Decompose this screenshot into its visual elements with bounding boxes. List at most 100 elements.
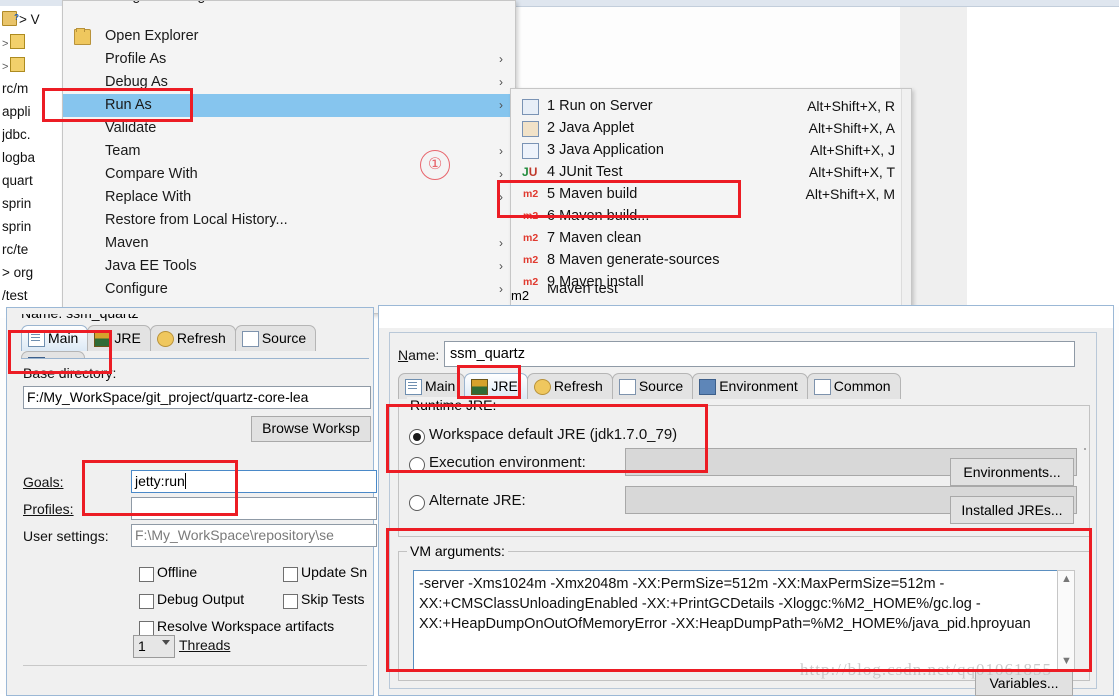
tree-item[interactable]: quart [2,169,62,192]
run-as-submenu-items: 1 Run on Server Alt+Shift+X, R 2 Java Appl… [511,95,909,293]
tree-item[interactable]: sprin [2,192,62,215]
chevron-right-icon[interactable]: > [2,38,8,50]
checkbox-update-sn[interactable] [283,567,298,582]
submenu-item-6-maven-build[interactable]: m2 6 Maven build... [511,205,909,227]
tab-refresh[interactable]: Refresh [149,325,236,351]
checkbox-skip-tests[interactable] [283,594,298,609]
checkbox-offline[interactable] [139,567,154,582]
tab-jre[interactable]: JRE [464,373,528,399]
tab-jre[interactable]: JRE [87,325,151,351]
tree-item-label: sprin [2,196,32,211]
left-dialog-name-text: Name: ssm_quartz [21,314,138,321]
installed-jres-button[interactable]: Installed JREs... [950,496,1074,524]
submenu-item-2-java-applet[interactable]: 2 Java Applet Alt+Shift+X, A [511,117,909,139]
menu-item-label: Replace With [105,189,192,205]
checkbox-debug-output[interactable] [139,594,154,609]
right-dialog-titlebar [379,306,1113,328]
vm-arguments-textarea[interactable]: -server -Xms1024m -Xmx2048m -XX:PermSize… [413,570,1065,670]
explorer-icon [74,28,91,45]
tree-item[interactable]: rc/te [2,238,62,261]
run-as-submenu[interactable]: 1 Run on Server Alt+Shift+X, R 2 Java Appl… [510,88,912,312]
menu-item-restore-from-local-history[interactable]: Restore from Local History... [63,209,515,232]
menu-item-validate[interactable]: Validate [63,117,515,140]
vm-arguments-scrollbar[interactable]: ▲ ▼ [1057,570,1075,670]
tab-refresh[interactable]: Refresh [526,373,613,399]
submenu-item-accelerator: Alt+Shift+X, T [808,164,895,180]
radio-alternate-jre[interactable] [409,495,425,511]
menu-item-java-ee-tools[interactable]: Java EE Tools › [63,255,515,278]
checkbox-label: Debug Output [157,591,245,607]
tree-item[interactable]: > [2,54,62,77]
menu-item-label: Restore from Local History... [105,212,288,228]
browse-workspace-button[interactable]: Browse Worksp [251,416,371,442]
chevron-right-icon[interactable]: > [2,61,8,73]
radio-workspace-default-jre-jdk1-7-0-79[interactable] [409,429,425,445]
context-menu-clipped-top-item[interactable]: Assign Working Sets... [63,1,515,25]
profiles-input[interactable] [131,497,377,520]
goals-input[interactable]: jetty:run [131,470,377,493]
tab-source[interactable]: Source [234,325,317,351]
submenu-item-7-maven-clean[interactable]: m2 7 Maven clean [511,227,909,249]
menu-item-run-as[interactable]: Run As › [63,94,515,117]
base-directory-input[interactable]: F:/My_WorkSpace/git_project/quartz-core-… [23,386,371,409]
tree-item[interactable]: rc/m [2,77,62,100]
chevron-down-icon[interactable]: ▼ [1061,655,1072,667]
m2-icon: m2 [523,188,539,200]
annotation-step-1: ① [420,150,450,180]
tab-source[interactable]: Source [611,373,694,399]
tree-item-label: rc/te [2,242,29,257]
submenu-item-4-junit-test[interactable]: JU 4 JUnit Test Alt+Shift+X, T [511,161,909,183]
user-settings-input[interactable]: F:\My_WorkSpace\repository\se [131,524,377,547]
tab-main[interactable]: Main [398,373,466,399]
tree-item[interactable]: logba [2,146,62,169]
submenu-item-3-java-application[interactable]: 3 Java Application Alt+Shift+X, J [511,139,909,161]
submenu-item-label: 6 Maven build... [547,208,650,224]
environments-button[interactable]: Environments... [950,458,1074,486]
checkbox-resolve-workspace-artifacts[interactable] [139,621,154,636]
name-label: Name: [398,347,440,363]
threads-spinner[interactable]: 1 [133,635,175,658]
tree-item[interactable]: > [2,31,62,54]
tab-label: Refresh [176,330,226,346]
package-icon [2,8,19,29]
tree-item[interactable]: > V [2,8,62,31]
left-dialog-divider [23,665,367,666]
tree-item[interactable]: /test [2,284,62,307]
tree-rows: > V > > rc/m appli jdbc. logba quart sprin sprin r… [0,8,62,316]
maven-build-dialog-jre-tab[interactable]: Name: ssm_quartz Main JRE Refresh Source Env… [378,305,1114,696]
tab-environment[interactable]: Environment [692,373,808,399]
submenu-item-8-maven-generate-sources[interactable]: m2 8 Maven generate-sources [511,249,909,271]
submenu-item-accelerator: Alt+Shift+X, A [808,120,895,136]
submenu-item-label: 2 Java Applet [547,120,635,136]
radio-label: Execution environment: [429,454,586,471]
submenu-item-label: 8 Maven generate-sources [547,252,720,268]
left-dialog-tab-body: Base directory: F:/My_WorkSpace/git_proj… [21,358,377,689]
tree-item-label: jdbc. [2,127,31,142]
chevron-right-icon: › [499,236,503,250]
menu-item-profile-as[interactable]: Profile As › [63,48,515,71]
maven-build-dialog-main-tab[interactable]: Name: ssm_quartz MainJRERefreshSourceEnv… [6,307,377,696]
menu-item-configure[interactable]: Configure › [63,278,515,301]
chevron-up-icon[interactable]: ▲ [1061,573,1072,585]
tab-common[interactable]: Common [806,373,901,399]
menu-item-replace-with[interactable]: Replace With › [63,186,515,209]
submenu-item-5-maven-build[interactable]: m2 5 Maven build Alt+Shift+X, M [511,183,909,205]
menu-item-maven[interactable]: Maven › [63,232,515,255]
name-input[interactable]: ssm_quartz [444,341,1075,367]
tree-item-label: /test [2,288,28,303]
chevron-right-icon: › [499,259,503,273]
tree-item[interactable]: appli [2,100,62,123]
menu-item-debug-as[interactable]: Debug As › [63,71,515,94]
submenu-item-accelerator: Alt+Shift+X, J [810,142,895,158]
chevron-right-icon: › [499,282,503,296]
source-tab-icon [618,379,636,395]
tree-item[interactable]: sprin [2,215,62,238]
tree-item[interactable]: > org [2,261,62,284]
menu-item-open-explorer[interactable]: Open Explorer [63,25,515,48]
tab-main[interactable]: Main [21,325,89,351]
tree-item[interactable]: jdbc. [2,123,62,146]
source-tab-icon [241,331,259,347]
goals-label: Goals: [23,474,64,490]
submenu-item-1-run-on-server[interactable]: 1 Run on Server Alt+Shift+X, R [511,95,909,117]
radio-execution-environment[interactable] [409,457,425,473]
